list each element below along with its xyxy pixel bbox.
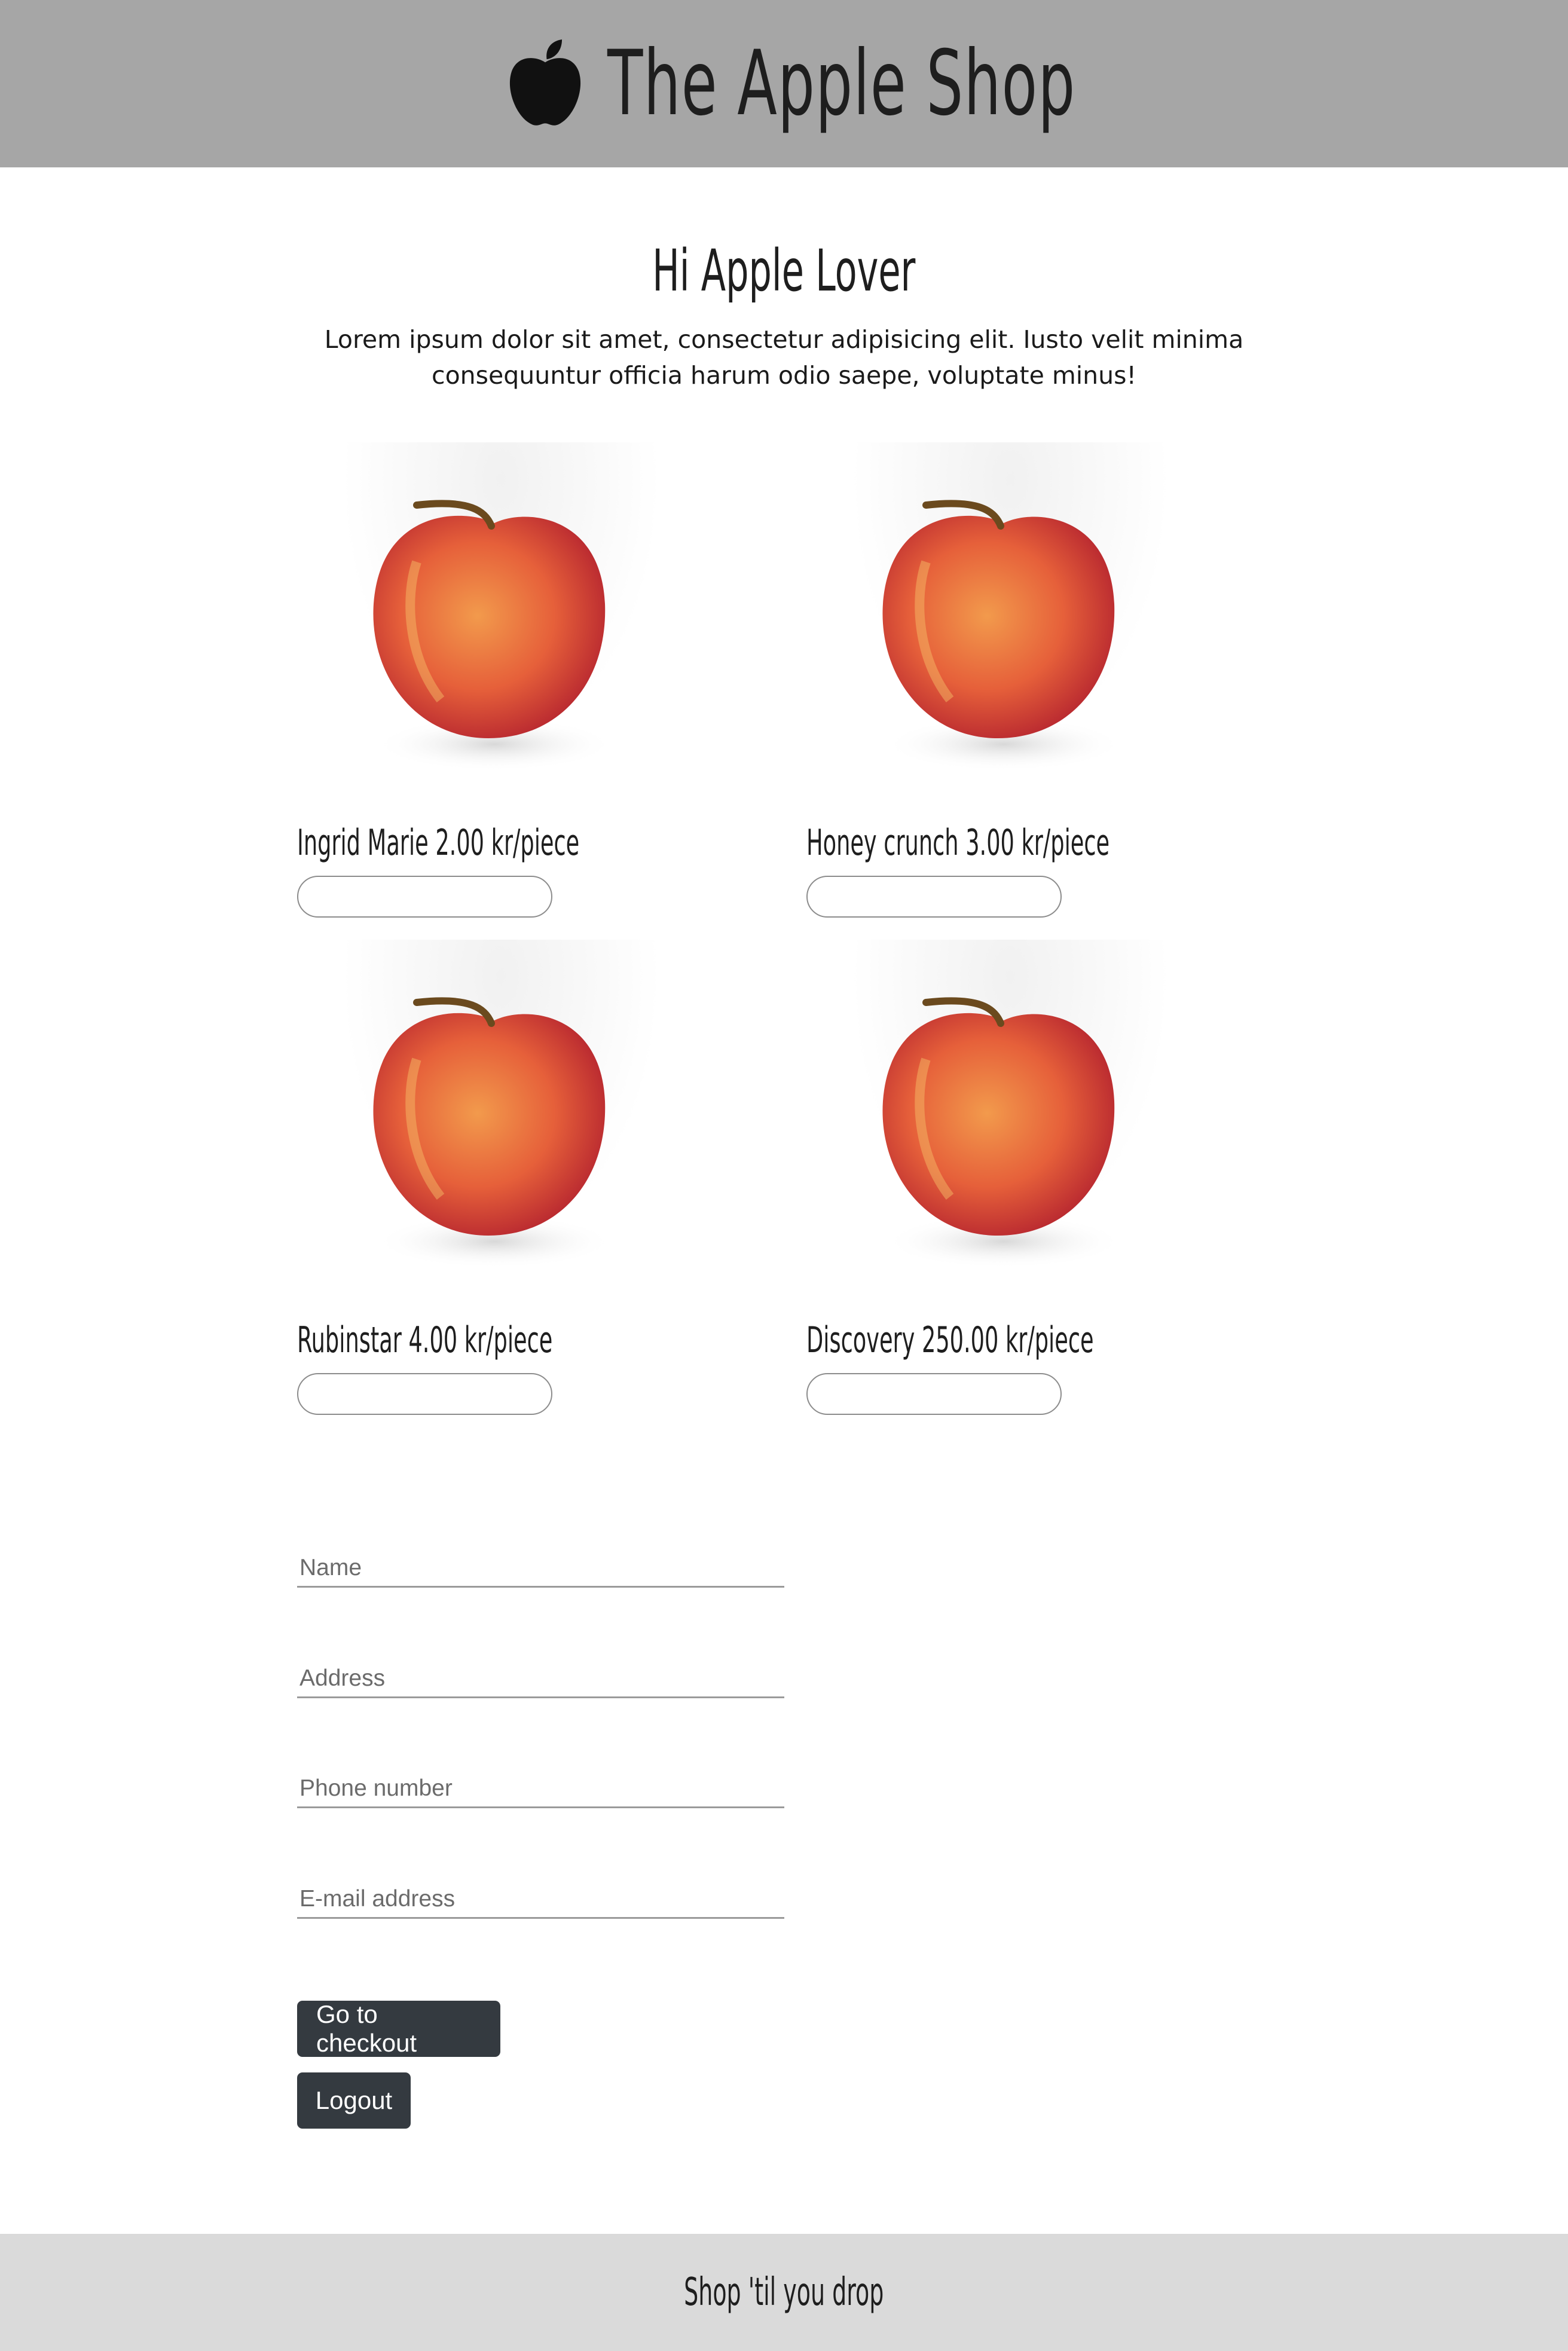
- page-title: Hi Apple Lover: [652, 237, 916, 304]
- product-card: Honey crunch 3.00 kr/piece: [806, 442, 1189, 918]
- site-footer: Shop 'til you drop: [0, 2234, 1568, 2351]
- email-field[interactable]: E-mail address: [297, 1882, 784, 1919]
- logout-button[interactable]: Logout: [297, 2072, 411, 2129]
- apple-image-icon: [373, 997, 614, 1268]
- intro-text: Lorem ipsum dolor sit amet, consectetur …: [324, 325, 1244, 390]
- quantity-input[interactable]: [806, 876, 1062, 918]
- apple-image-icon: [882, 997, 1123, 1268]
- product-label: Ingrid Marie 2.00 kr/piece: [297, 822, 580, 864]
- product-label: Honey crunch 3.00 kr/piece: [806, 822, 1110, 864]
- product-label: Rubinstar 4.00 kr/piece: [297, 1319, 553, 1361]
- email-placeholder: E-mail address: [299, 1886, 456, 1912]
- site-header: The Apple Shop: [0, 0, 1568, 167]
- address-field[interactable]: Address: [297, 1661, 784, 1698]
- product-label: Discovery 250.00 kr/piece: [806, 1319, 1094, 1361]
- product-card: Rubinstar 4.00 kr/piece: [297, 940, 680, 1415]
- name-field[interactable]: Name: [297, 1551, 784, 1588]
- footer-text: Shop 'til you drop: [684, 2270, 884, 2315]
- product-image: [806, 442, 1177, 813]
- checkout-button[interactable]: Go to checkout: [297, 2000, 500, 2057]
- product-image: [297, 940, 668, 1310]
- address-placeholder: Address: [299, 1665, 386, 1691]
- phone-field[interactable]: Phone number: [297, 1771, 784, 1808]
- site-title: The Apple Shop: [607, 32, 1076, 136]
- product-image: [297, 442, 668, 813]
- quantity-input[interactable]: [806, 1373, 1062, 1415]
- brand[interactable]: The Apple Shop: [507, 32, 1076, 136]
- apple-image-icon: [882, 500, 1123, 771]
- phone-placeholder: Phone number: [299, 1775, 453, 1801]
- apple-logo-icon: [509, 39, 580, 126]
- name-placeholder: Name: [299, 1555, 362, 1580]
- product-card: Discovery 250.00 kr/piece: [806, 940, 1189, 1415]
- quantity-input[interactable]: [297, 876, 552, 918]
- product-card: Ingrid Marie 2.00 kr/piece: [297, 442, 680, 918]
- quantity-input[interactable]: [297, 1373, 552, 1415]
- product-image: [806, 940, 1177, 1310]
- apple-image-icon: [373, 500, 614, 771]
